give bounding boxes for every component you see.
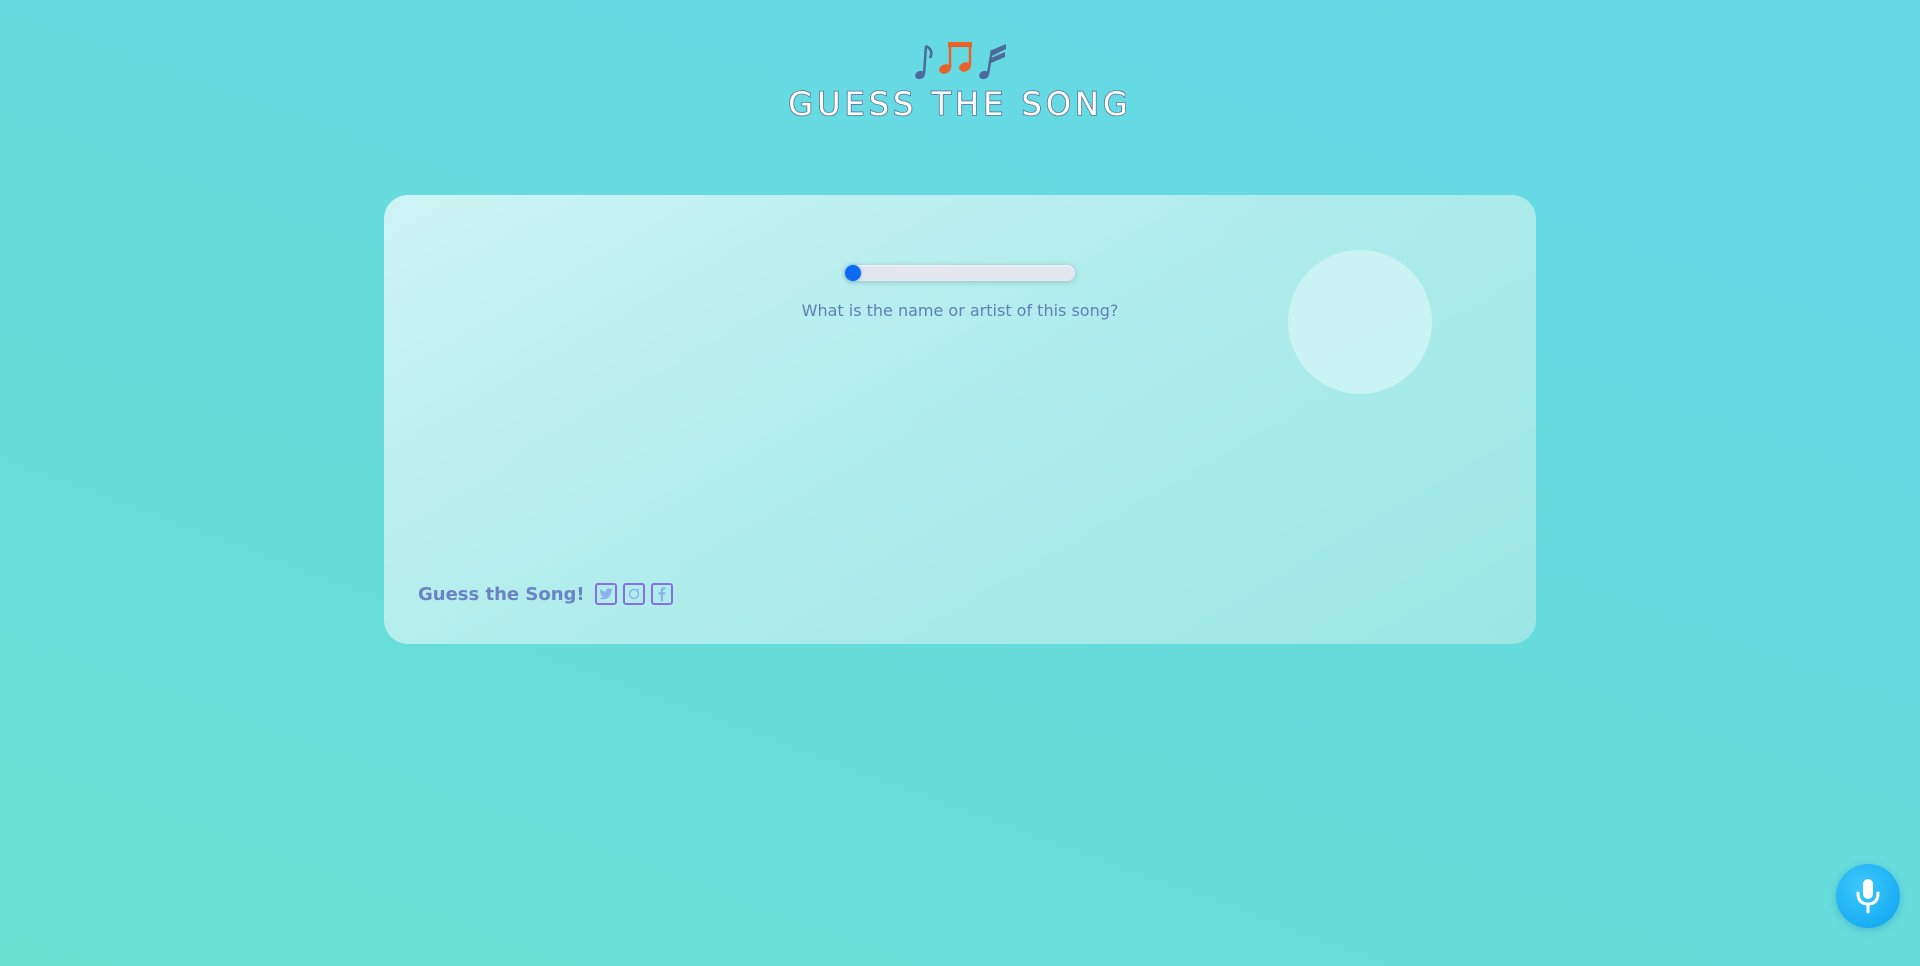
music-notes-icon xyxy=(912,40,1012,82)
twitter-link[interactable] xyxy=(594,583,617,605)
app-title: GUESS THE SONG xyxy=(787,85,1132,123)
card-footer: Guess the Song! xyxy=(418,581,673,607)
question-text: What is the name or artist of this song? xyxy=(801,301,1119,320)
microphone-button[interactable] xyxy=(1836,864,1900,928)
twitter-icon xyxy=(598,588,613,600)
facebook-link[interactable] xyxy=(650,583,673,605)
microphone-icon xyxy=(1856,879,1880,914)
album-art-placeholder xyxy=(1288,250,1432,394)
instagram-link[interactable] xyxy=(622,583,645,605)
footer-brand-text: Guess the Song! xyxy=(418,583,585,605)
instagram-icon xyxy=(628,588,639,600)
song-progress-bar[interactable] xyxy=(845,265,1075,281)
game-card: What is the name or artist of this song?… xyxy=(384,195,1536,644)
facebook-icon xyxy=(658,587,666,601)
song-progress-knob[interactable] xyxy=(845,265,861,281)
